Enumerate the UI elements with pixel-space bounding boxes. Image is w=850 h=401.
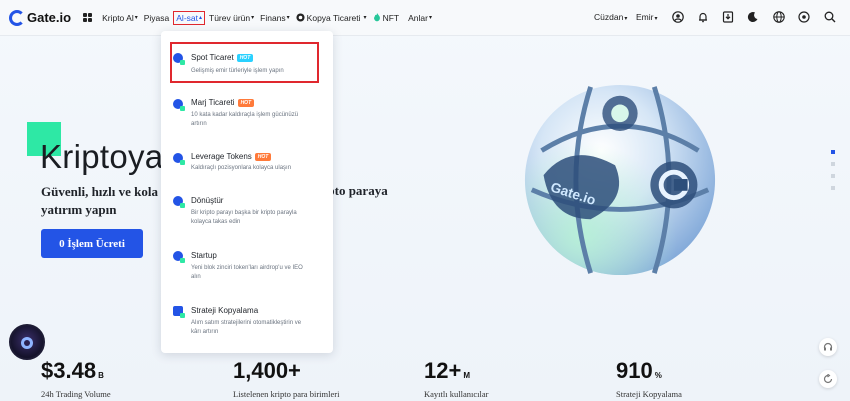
chevron-down-icon: ▾ — [363, 15, 367, 21]
carousel-dots — [831, 150, 835, 198]
spot-ticaret-highlight — [170, 42, 319, 83]
menu-item-marj-ticareti[interactable]: Marj Ticareti HOT 10 kata kadar kaldıraçl… — [161, 94, 333, 134]
menu-item-leverage-tokens[interactable]: Leverage Tokens HOT Kaldıraçlı pozisyonla… — [161, 149, 333, 179]
carousel-dot[interactable] — [831, 150, 835, 154]
stat-volume: $3.48 B — [41, 358, 104, 384]
nft-flame-icon — [373, 13, 380, 22]
stat-users: 12+ M — [424, 358, 470, 384]
hero-subtitle-left: Güvenli, hızlı ve kola — [41, 184, 159, 199]
carousel-dot[interactable] — [831, 162, 835, 166]
hot-badge: HOT — [237, 99, 255, 107]
menu-item-title: Leverage Tokens HOT — [191, 152, 272, 161]
wallet-label: Cüzdan — [594, 12, 624, 22]
logo-text: Gate.io — [27, 10, 72, 25]
nav-item-kopya-ticareti[interactable]: Kopya Ticareti ▾ — [296, 13, 367, 23]
user-icon[interactable] — [672, 11, 684, 23]
gate-orb-illustration: Gate.io — [524, 84, 716, 276]
nav-item-label: NFT — [382, 12, 400, 23]
margin-trade-icon — [173, 99, 185, 111]
orders-menu[interactable]: Emir▾ — [636, 12, 658, 22]
leverage-tokens-icon — [173, 153, 185, 165]
nav-item-label: Kripto Al — [102, 12, 134, 23]
chevron-down-icon: ▾ — [134, 15, 138, 21]
convert-icon — [173, 196, 185, 208]
menu-item-desc: Yeni blok zinciri token'ları airdrop'u v… — [191, 265, 303, 280]
stat-unit: B — [98, 371, 104, 380]
nav-item-nft[interactable]: NFT — [373, 12, 400, 23]
nav-item-label: Al-sat — [176, 12, 198, 23]
wallet-menu[interactable]: Cüzdan▾ — [594, 12, 627, 22]
menu-item-desc: Alım satım stratejilerini otomatikleştir… — [191, 320, 302, 335]
menu-item-title: Startup — [191, 251, 217, 260]
floating-avatar[interactable] — [9, 324, 45, 360]
nav-item-label: Piyasa — [143, 12, 170, 23]
zero-fee-button[interactable]: 0 İşlem Ücreti — [41, 229, 143, 258]
carousel-dot[interactable] — [831, 186, 835, 190]
chevron-down-icon: ▾ — [251, 15, 255, 21]
refresh-icon[interactable] — [819, 370, 837, 388]
support-headset-icon[interactable] — [819, 338, 837, 356]
top-navbar: Gate.io Kripto Al ▾ Piyasa Al-sat ▴ Türev … — [0, 0, 850, 36]
menu-item-title-text: Marj Ticareti — [191, 98, 235, 107]
nav-item-label: Finans — [260, 12, 286, 23]
hot-badge: HOT — [254, 153, 272, 161]
stat-users-label: Kayıtlı kullanıcılar — [424, 389, 489, 399]
chevron-down-icon: ▾ — [286, 15, 290, 21]
nav-item-label: Anlar — [408, 12, 428, 23]
stat-value: 1,400+ — [233, 358, 301, 383]
strategy-copy-icon — [173, 306, 185, 318]
globe-icon[interactable] — [773, 11, 785, 23]
settings-icon[interactable] — [798, 11, 810, 23]
search-icon[interactable] — [824, 11, 836, 23]
apps-grid-icon[interactable] — [83, 13, 93, 22]
chevron-down-icon: ▾ — [428, 15, 432, 21]
stat-value: $3.48 — [41, 358, 97, 383]
carousel-dot[interactable] — [831, 174, 835, 178]
menu-item-title: Dönüştür — [191, 196, 224, 205]
chevron-up-icon: ▴ — [199, 15, 203, 21]
stat-copy-label: Strateji Kopyalama — [616, 389, 682, 399]
nav-item-label: Kopya Ticareti — [306, 12, 361, 23]
stat-listed: 1,400+ — [233, 358, 303, 384]
nav-item-anlar[interactable]: Anlar ▾ — [408, 13, 432, 23]
menu-item-title-text: Leverage Tokens — [191, 152, 252, 161]
stat-value: 12+ — [424, 358, 462, 383]
orders-label: Emir — [636, 12, 654, 22]
stat-unit: M — [463, 371, 470, 380]
avatar-icon — [21, 337, 33, 349]
menu-item-desc: 10 kata kadar kaldıraçla işlem gücünüzü … — [191, 112, 299, 127]
menu-item-title: Marj Ticareti HOT — [191, 98, 255, 107]
bell-icon[interactable] — [697, 11, 709, 23]
stat-unit: % — [654, 371, 662, 380]
nav-item-kripto-al[interactable]: Kripto Al ▾ — [102, 13, 138, 23]
copy-trade-icon — [296, 13, 305, 22]
menu-item-desc: Bir kripto parayı başka bir kripto paray… — [191, 210, 297, 225]
nav-item-al-sat[interactable]: Al-sat ▴ — [173, 10, 206, 25]
gate-logo-icon — [9, 9, 25, 26]
gate-logo[interactable]: Gate.io — [9, 9, 72, 26]
stat-value: 910 — [616, 358, 653, 383]
menu-item-strateji-kopyalama[interactable]: Strateji Kopyalama Alım satım stratejile… — [161, 303, 333, 343]
menu-item-title: Strateji Kopyalama — [191, 306, 259, 315]
download-icon[interactable] — [722, 11, 734, 23]
menu-item-desc: Kaldıraçlı pozisyonlara kolayca ulaşın — [191, 165, 292, 171]
stat-listed-label: Listelenen kripto para birimleri — [233, 389, 340, 399]
startup-icon — [173, 251, 185, 263]
stat-copy: 910% — [616, 358, 662, 384]
hero-subtitle-line2: yatırım yapın — [41, 202, 117, 217]
menu-item-startup[interactable]: Startup Yeni blok zinciri token'ları air… — [161, 248, 333, 288]
nav-item-finans[interactable]: Finans ▾ — [260, 13, 290, 23]
stat-volume-label: 24h Trading Volume — [41, 389, 111, 399]
nav-item-piyasa[interactable]: Piyasa — [144, 13, 170, 23]
nav-item-turev-urun[interactable]: Türev ürün ▾ — [209, 13, 254, 23]
menu-item-donustur[interactable]: Dönüştür Bir kripto parayı başka bir kri… — [161, 193, 333, 233]
dark-mode-icon[interactable] — [747, 11, 759, 23]
nav-item-label: Türev ürün — [209, 12, 251, 23]
